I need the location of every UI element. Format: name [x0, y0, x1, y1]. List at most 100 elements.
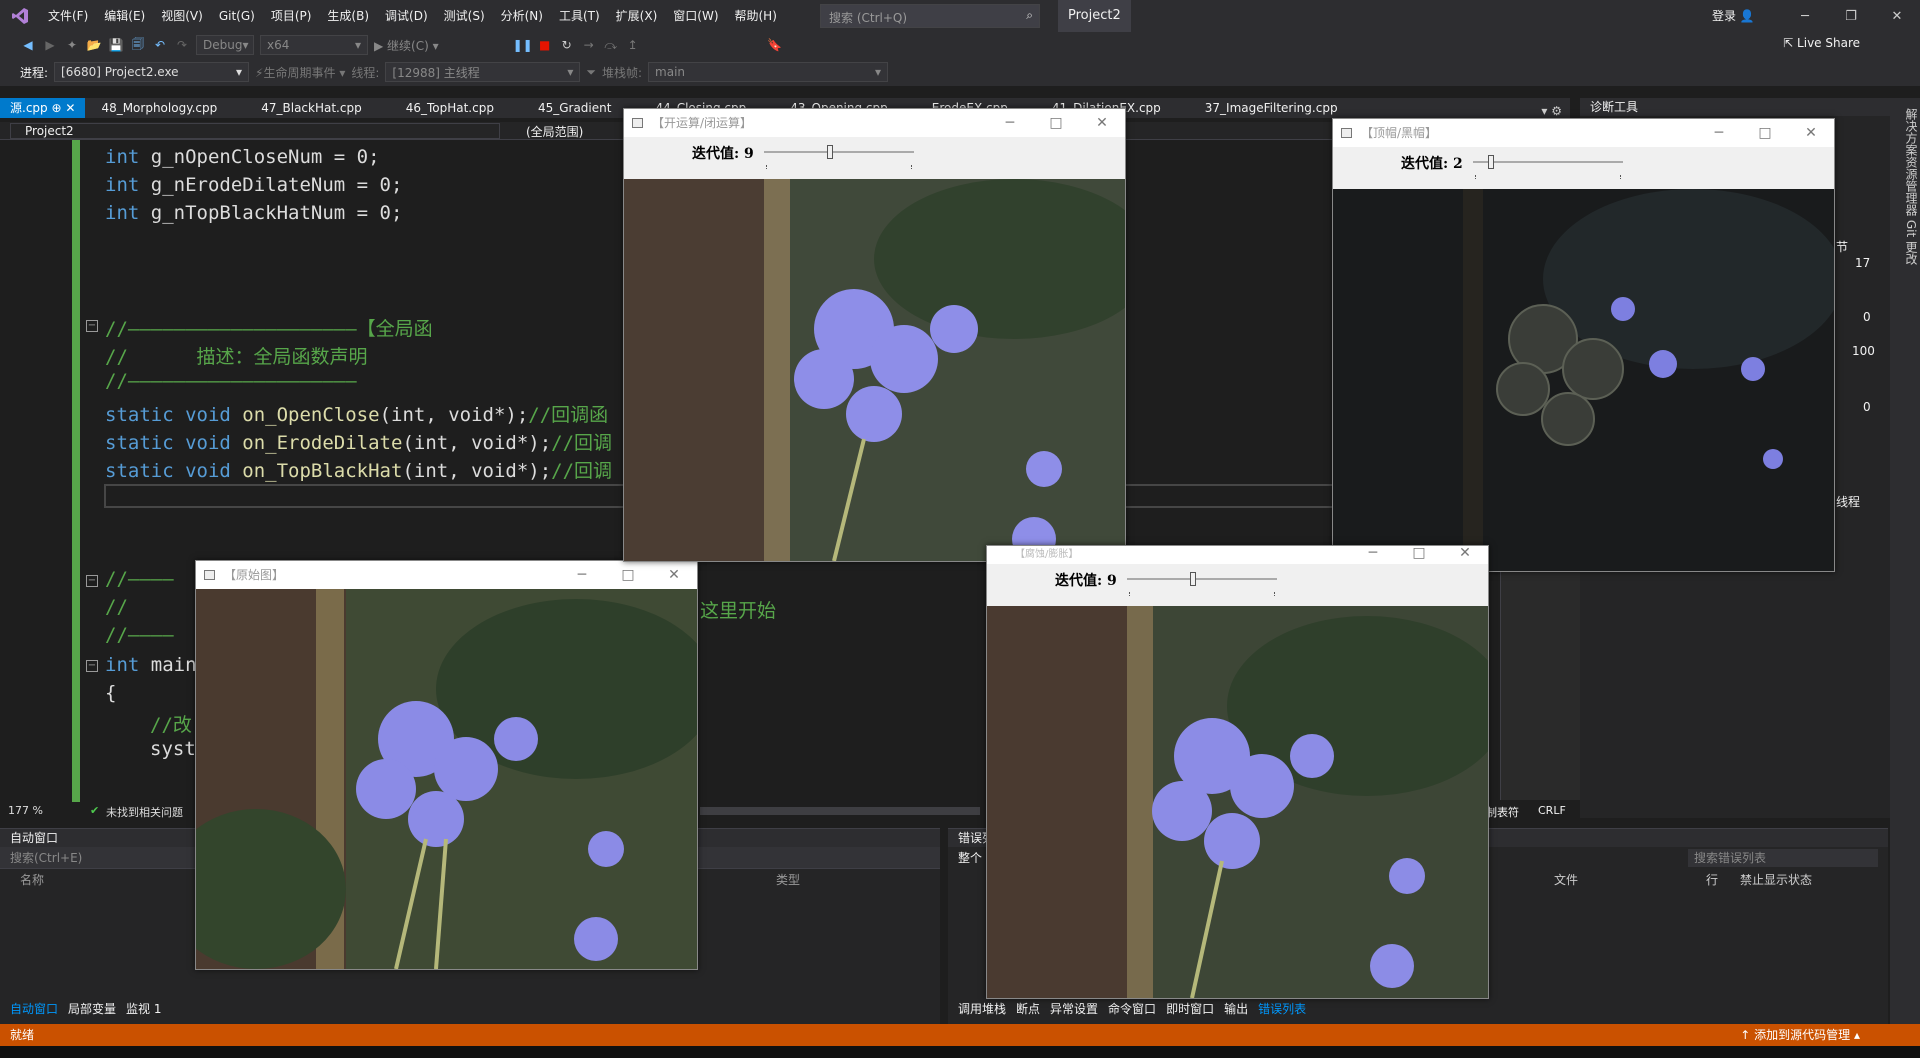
indent-mode[interactable]: 制表符	[1486, 804, 1519, 820]
window-open-close[interactable]: 【开运算/闭运算】 ─ □ ✕ 迭代值: 9	[623, 108, 1126, 562]
column-name-header[interactable]: 名称	[20, 869, 44, 891]
issues-status[interactable]: 未找到相关问题	[106, 804, 183, 820]
menu-window[interactable]: 窗口(W)	[665, 0, 726, 32]
trackbar-thumb[interactable]	[1488, 155, 1494, 169]
tab-imagefiltering[interactable]: 37_ImageFiltering.cpp	[1195, 98, 1348, 118]
new-project-icon[interactable]: ✦	[64, 37, 80, 53]
zoom-level[interactable]: 177 %	[8, 804, 43, 817]
column-line-header[interactable]: 行	[1706, 869, 1718, 891]
add-to-source-control-button[interactable]: ↑ 添加到源代码管理 ▴	[1740, 1024, 1860, 1046]
menu-debug[interactable]: 调试(D)	[377, 0, 436, 32]
undo-icon[interactable]: ↶	[152, 37, 168, 53]
collapse-icon[interactable]: −	[86, 575, 98, 587]
maximize-icon[interactable]: □	[1742, 119, 1788, 147]
scope-nav-dropdown[interactable]: (全局范围)	[520, 123, 583, 140]
lifecycle-events-button[interactable]: ⚡生命周期事件 ▾	[255, 64, 345, 81]
open-file-icon[interactable]: 📂	[86, 37, 102, 53]
collapse-icon[interactable]: −	[86, 320, 98, 332]
column-file-header[interactable]: 文件	[1554, 869, 1578, 891]
tab-breakpoints[interactable]: 断点	[1016, 999, 1040, 1019]
trackbar-thumb[interactable]	[827, 145, 833, 159]
tab-watch1[interactable]: 监视 1	[126, 999, 161, 1019]
tab-immediate-window[interactable]: 即时窗口	[1166, 999, 1214, 1019]
tab-output[interactable]: 输出	[1224, 999, 1248, 1019]
close-icon[interactable]: ✕	[1874, 0, 1920, 32]
trackbar-thumb[interactable]	[1190, 572, 1196, 586]
error-scope-dropdown[interactable]: 整个	[958, 851, 982, 865]
tab-call-stack[interactable]: 调用堆栈	[958, 999, 1006, 1019]
step-into-icon[interactable]: →	[581, 37, 597, 53]
close-icon[interactable]: ✕	[651, 561, 697, 589]
window-tophat-blackhat[interactable]: 【顶帽/黑帽】 ─ □ ✕ 迭代值: 2	[1332, 118, 1835, 572]
maximize-icon[interactable]: □	[1033, 109, 1079, 137]
bookmark-icon[interactable]: 🔖	[767, 37, 783, 53]
tab-error-list[interactable]: 错误列表	[1258, 999, 1306, 1019]
tab-autos[interactable]: 自动窗口	[10, 999, 58, 1019]
live-share-button[interactable]: ⇱ Live Share	[1783, 36, 1860, 50]
step-out-icon[interactable]: ↥	[625, 37, 641, 53]
close-icon[interactable]: ✕	[1442, 546, 1488, 564]
process-dropdown[interactable]: [6680] Project2.exe ▾	[54, 62, 250, 82]
filter-icon[interactable]: ⏷	[586, 65, 596, 80]
login-button[interactable]: 登录 👤	[1712, 0, 1755, 32]
save-all-icon[interactable]: 🗐	[130, 37, 146, 53]
config-dropdown[interactable]: Debug ▾	[196, 35, 254, 55]
minimize-icon[interactable]: ─	[1782, 0, 1828, 32]
search-input[interactable]: 搜索 (Ctrl+Q) ⌕	[820, 4, 1040, 28]
restart-icon[interactable]: ↻	[559, 37, 575, 53]
tab-tophat[interactable]: 46_TopHat.cpp	[396, 98, 504, 118]
menu-view[interactable]: 视图(V)	[153, 0, 211, 32]
collapse-icon[interactable]: −	[86, 660, 98, 672]
column-type-header[interactable]: 类型	[776, 869, 800, 891]
line-ending[interactable]: CRLF	[1538, 804, 1566, 817]
step-over-icon[interactable]: ⤼	[603, 37, 619, 53]
maximize-icon[interactable]: □	[1396, 546, 1442, 564]
close-icon[interactable]: ✕	[65, 101, 75, 115]
iteration-trackbar[interactable]: 迭代值: 9	[624, 137, 1125, 179]
back-icon[interactable]: ◀	[20, 37, 36, 53]
menu-help[interactable]: 帮助(H)	[727, 0, 785, 32]
menu-edit[interactable]: 编辑(E)	[96, 0, 153, 32]
menu-project[interactable]: 项目(P)	[263, 0, 320, 32]
pin-icon[interactable]: ⊕	[51, 101, 61, 115]
menu-tools[interactable]: 工具(T)	[551, 0, 608, 32]
stop-icon[interactable]: ■	[537, 37, 553, 53]
menu-analyze[interactable]: 分析(N)	[493, 0, 551, 32]
tab-command-window[interactable]: 命令窗口	[1108, 999, 1156, 1019]
code-minimap[interactable]	[1500, 570, 1580, 800]
menu-extensions[interactable]: 扩展(X)	[608, 0, 666, 32]
close-icon[interactable]: ✕	[1079, 109, 1125, 137]
iteration-trackbar[interactable]: 迭代值: 2	[1333, 147, 1834, 189]
maximize-icon[interactable]: □	[605, 561, 651, 589]
menu-build[interactable]: 生成(B)	[319, 0, 377, 32]
window-original-image[interactable]: 【原始图】 ─ □ ✕	[195, 560, 698, 970]
tab-exception-settings[interactable]: 异常设置	[1050, 999, 1098, 1019]
pause-icon[interactable]: ❚❚	[513, 37, 533, 53]
tab-morphology[interactable]: 48_Morphology.cpp	[91, 98, 227, 118]
restore-icon[interactable]: ❐	[1828, 0, 1874, 32]
horizontal-scrollbar[interactable]	[700, 807, 980, 815]
save-icon[interactable]: 💾	[108, 37, 124, 53]
project-nav-dropdown[interactable]: Project2	[10, 123, 500, 139]
iteration-trackbar[interactable]: 迭代值: 9	[987, 564, 1488, 606]
tab-overflow-icon[interactable]: ▾ ⚙	[1533, 104, 1570, 118]
minimize-icon[interactable]: ─	[559, 561, 605, 589]
menu-test[interactable]: 测试(S)	[436, 0, 493, 32]
column-suppression-header[interactable]: 禁止显示状态	[1740, 869, 1812, 891]
close-icon[interactable]: ✕	[1788, 119, 1834, 147]
tab-source-cpp[interactable]: 源.cpp ⊕ ✕	[0, 98, 86, 118]
menu-git[interactable]: Git(G)	[211, 0, 263, 32]
forward-icon[interactable]: ▶	[42, 37, 58, 53]
stack-frame-dropdown[interactable]: main ▾	[648, 62, 889, 82]
window-erode-dilate[interactable]: 【腐蚀/膨胀】 ─ □ ✕ 迭代值: 9	[986, 545, 1489, 999]
thread-dropdown[interactable]: [12988] 主线程 ▾	[385, 62, 581, 82]
platform-dropdown[interactable]: x64 ▾	[260, 35, 368, 55]
minimize-icon[interactable]: ─	[987, 109, 1033, 137]
minimize-icon[interactable]: ─	[1350, 546, 1396, 564]
continue-button[interactable]: ▶ 继续(C) ▾	[374, 37, 439, 54]
redo-icon[interactable]: ↷	[174, 37, 190, 53]
tab-blackhat[interactable]: 47_BlackHat.cpp	[251, 98, 371, 118]
tab-locals[interactable]: 局部变量	[68, 999, 116, 1019]
tab-gradient[interactable]: 45_Gradient	[528, 98, 622, 118]
error-search-input[interactable]: 搜索错误列表	[1688, 849, 1878, 867]
